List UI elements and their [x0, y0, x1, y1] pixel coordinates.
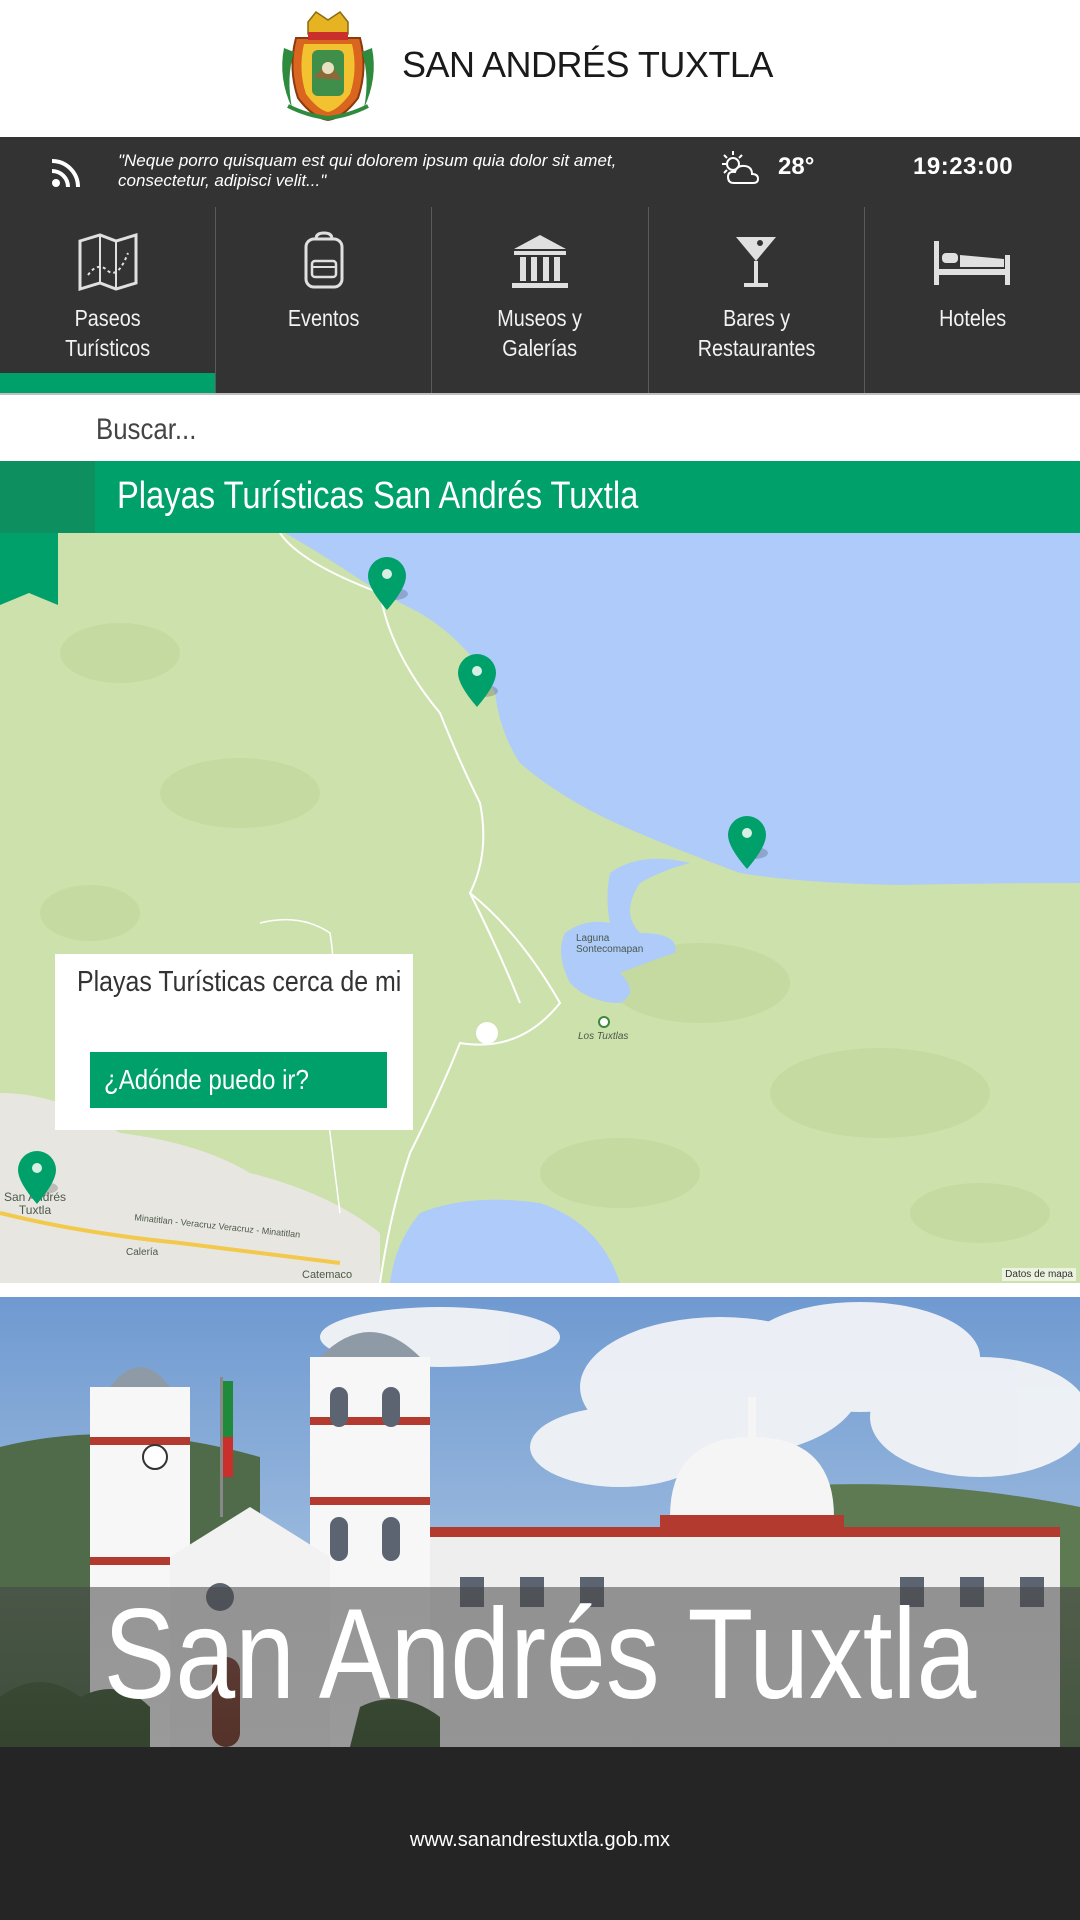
city-name-title: SAN ANDRÉS TUXTLA: [402, 44, 773, 85]
nav-item-bares-restaurantes[interactable]: Bares y Restaurantes: [649, 207, 865, 393]
news-ticker-quote: "Neque porro quisquam est qui dolorem ip…: [118, 151, 617, 190]
nav-label-hoteles: Hoteles: [938, 305, 1006, 331]
map-label-catemaco: Catemaco: [302, 1269, 353, 1281]
info-bar: "Neque porro quisquam est qui dolorem ip…: [0, 137, 1080, 207]
beach-pin-marker[interactable]: [14, 1148, 60, 1206]
nearby-title: Playas Turísticas cerca de mi: [77, 966, 402, 998]
temperature-readout: 28°: [778, 153, 815, 180]
search-bar: [0, 397, 1080, 461]
cocktail-icon: [736, 237, 777, 287]
municipal-crest-logo: [282, 10, 374, 122]
nav-label-bares: Bares y Restaurantes: [697, 305, 816, 361]
map-credit: Datos de mapa: [1002, 1268, 1076, 1281]
nav-label-eventos: Eventos: [288, 305, 360, 331]
bed-icon: [934, 241, 1011, 285]
clock-readout: 19:23:00: [913, 153, 1014, 180]
museum-icon: [512, 235, 568, 288]
photo-title: San Andrés Tuxtla: [103, 1583, 977, 1726]
map-label-laguna: Laguna Sontecomapan: [576, 933, 644, 955]
nearby-beaches-card: Playas Turísticas cerca de mi ¿Adónde pu…: [55, 954, 413, 1130]
section-header: Playas Turísticas San Andrés Tuxtla: [0, 461, 1080, 533]
search-input[interactable]: [96, 405, 870, 455]
partly-cloudy-icon: [722, 151, 760, 184]
nav-item-museos-galerias[interactable]: Museos y Galerías: [432, 207, 649, 393]
beaches-map[interactable]: Laguna Sontecomapan Los Tuxtlas San André…: [0, 533, 1080, 1283]
beach-pin-marker[interactable]: [454, 651, 500, 709]
where-can-i-go-button[interactable]: ¿Adónde puedo ir?: [90, 1052, 387, 1108]
nav-label-paseos: Paseos Turísticos: [65, 305, 151, 361]
where-can-i-go-label: ¿Adónde puedo ir?: [104, 1064, 309, 1095]
bookmark-icon[interactable]: [0, 533, 58, 605]
map-canvas: [0, 533, 1080, 1283]
map-label-caleria: Calería: [126, 1247, 159, 1258]
nav-item-paseos-turisticos[interactable]: Paseos Turísticos: [0, 207, 217, 393]
nav-item-hoteles[interactable]: Hoteles: [865, 207, 1080, 393]
section-header-accent: [0, 461, 95, 533]
page-footer: www.sanandrestuxtla.gob.mx: [0, 1747, 1080, 1920]
app-header: SAN ANDRÉS TUXTLA: [0, 0, 1080, 137]
beach-pin-marker[interactable]: [364, 554, 410, 612]
category-nav: Paseos Turísticos Eventos Museos y Galería…: [0, 207, 1080, 395]
city-photo-banner: San Andrés Tuxtla: [0, 1297, 1080, 1747]
nav-item-eventos[interactable]: Eventos: [216, 207, 433, 393]
backpack-icon: [304, 231, 344, 289]
folded-map-icon: [78, 232, 138, 291]
footer-website-link[interactable]: www.sanandrestuxtla.gob.mx: [0, 1829, 1080, 1852]
nav-label-museos: Museos y Galerías: [497, 305, 583, 361]
section-title: Playas Turísticas San Andrés Tuxtla: [117, 475, 639, 517]
map-label-los-tuxtlas: Los Tuxtlas: [578, 1031, 629, 1042]
rss-feed-icon[interactable]: [50, 157, 82, 189]
beach-pin-marker[interactable]: [724, 813, 770, 871]
